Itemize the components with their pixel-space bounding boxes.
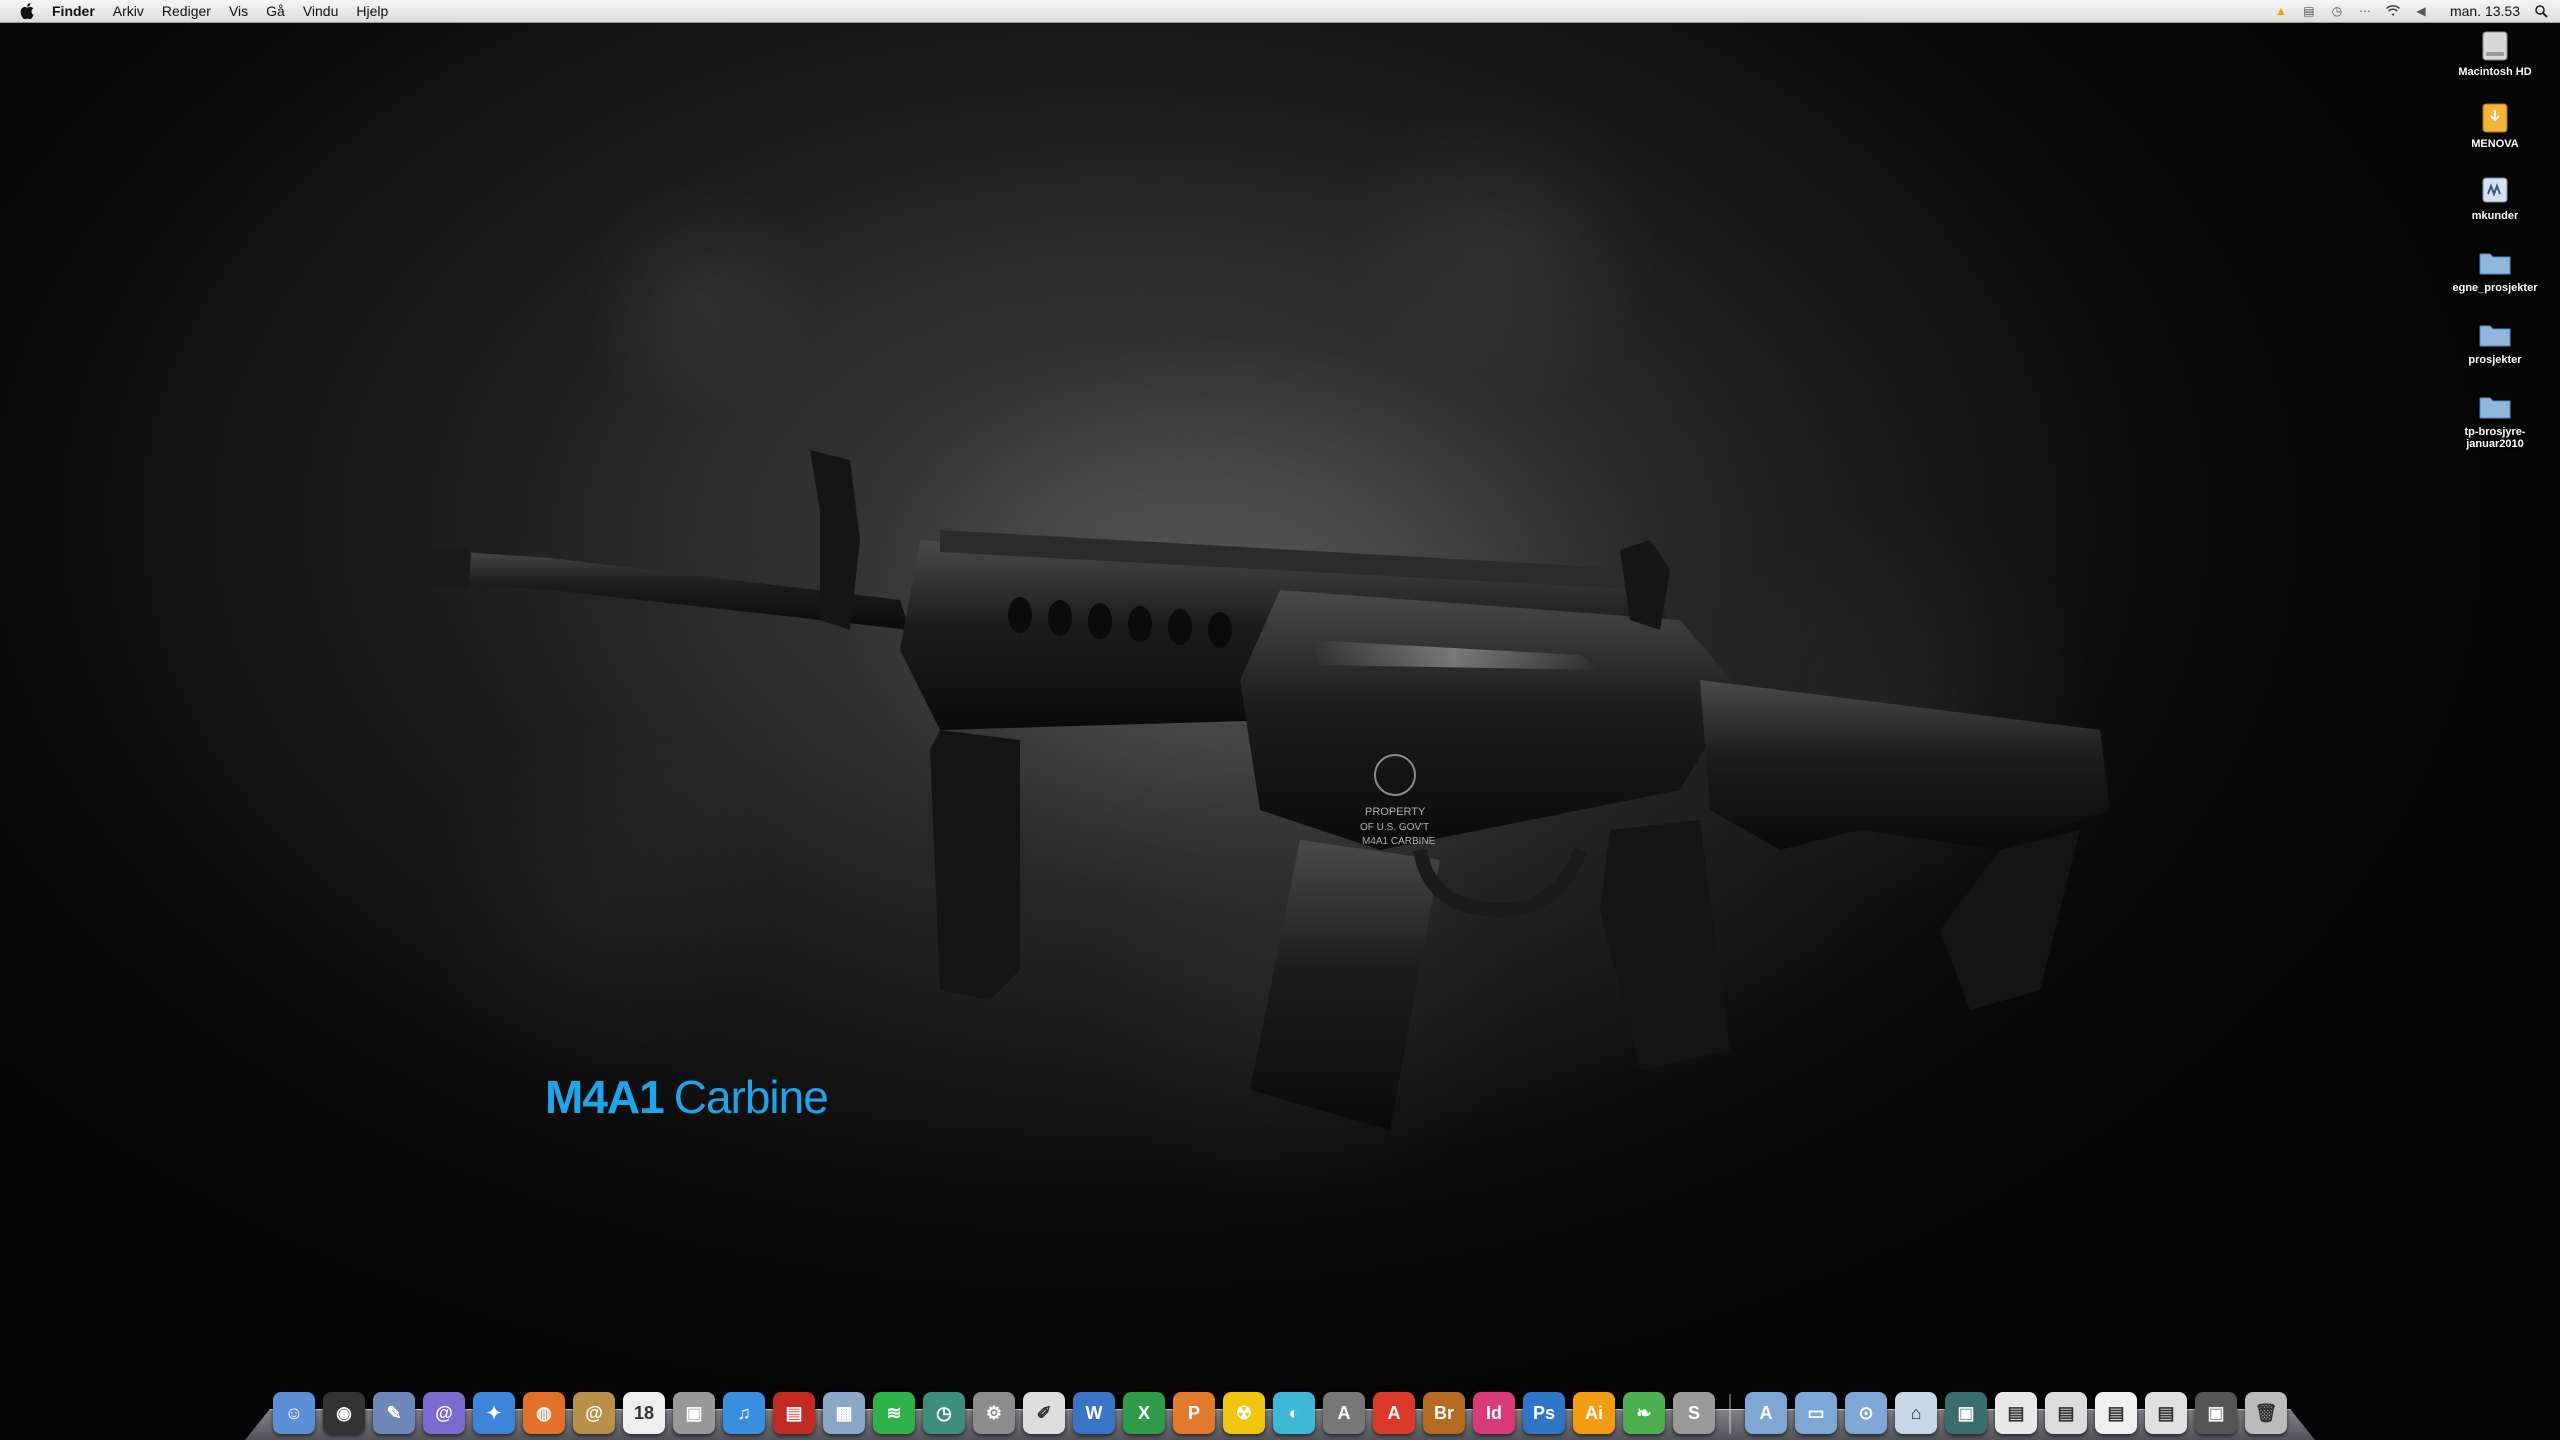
menu-vis[interactable]: Vis — [229, 0, 248, 22]
silverlock-icon[interactable]: S — [1673, 1392, 1715, 1434]
itunes-icon[interactable]: ♫ — [723, 1392, 765, 1434]
menu-bar: Finder Arkiv Rediger Vis Gå Vindu Hjelp … — [0, 0, 2560, 23]
folder-icon — [2477, 388, 2513, 424]
dock-icons: ☺ ◉ ✎ @ ✦ ◍ @18 ▣ ♫ ▤ ▦ ≋ ◷ ⚙ ✐ W X P ☢ ◐ A A Br Id Ps Ai ❧ S A ▭ ⊙ ⌂ ▣ ▤… — [273, 1392, 2287, 1434]
desktop-icon-egne-prosjekter[interactable]: egne_prosjekter — [2440, 244, 2550, 316]
network-stack-icon[interactable]: ⌂ — [1895, 1392, 1937, 1434]
finder-icon[interactable]: ☺ — [273, 1392, 315, 1434]
desktop-icons: Macintosh HD MENOVA mkunder egne_prosjek… — [2440, 28, 2550, 460]
menu-clock[interactable]: man. 13.53 — [2450, 3, 2520, 19]
desktop-icon-macintosh-hd[interactable]: Macintosh HD — [2440, 28, 2550, 100]
iphoto-icon[interactable]: ▦ — [823, 1392, 865, 1434]
engraving-line-3: M4A1 CARBINE — [1362, 836, 1436, 847]
trash-icon[interactable]: 🗑 — [2245, 1392, 2287, 1434]
time-machine-icon[interactable]: ◷ — [923, 1392, 965, 1434]
menu-arkiv[interactable]: Arkiv — [113, 0, 144, 22]
address-book-icon[interactable]: @ — [573, 1392, 615, 1434]
dock: ☺ ◉ ✎ @ ✦ ◍ @18 ▣ ♫ ▤ ▦ ≋ ◷ ⚙ ✐ W X P ☢ ◐ A A Br Id Ps Ai ❧ S A ▭ ⊙ ⌂ ▣ ▤… — [245, 1372, 2315, 1440]
notification-icon[interactable]: ▲ — [2274, 4, 2288, 18]
desktop-icon-label: MENOVA — [2471, 138, 2519, 150]
system-preferences-icon[interactable]: ⚙ — [973, 1392, 1015, 1434]
menu-extra-icon[interactable]: ▤ — [2302, 4, 2316, 18]
applications-stack-icon[interactable]: A — [1745, 1392, 1787, 1434]
dock-separator — [1729, 1394, 1731, 1434]
desktop-icon-label: Macintosh HD — [2458, 66, 2532, 78]
acrobat-icon[interactable]: A — [1323, 1392, 1365, 1434]
folder-icon — [2477, 316, 2513, 352]
hard-drive-icon — [2477, 28, 2513, 64]
desktop-icon-label: mkunder — [2471, 210, 2519, 222]
textedit-icon[interactable]: ✐ — [1023, 1392, 1065, 1434]
wifi-icon[interactable] — [2385, 4, 2400, 18]
engraving-line-2: OF U.S. GOV'T — [1360, 822, 1429, 833]
desktop-icon-prosjekter[interactable]: prosjekter — [2440, 316, 2550, 388]
menu-rediger[interactable]: Rediger — [162, 0, 211, 22]
bridge-icon[interactable]: Br — [1423, 1392, 1465, 1434]
spotlight-search-icon[interactable] — [2534, 4, 2548, 18]
screen-thumb-icon[interactable]: ▣ — [2195, 1392, 2237, 1434]
indesign-icon[interactable]: Id — [1473, 1392, 1515, 1434]
apple-menu-icon[interactable] — [20, 3, 36, 19]
volume-icon[interactable]: ◀ — [2414, 4, 2428, 18]
wallpaper-title: M4A1 Carbine — [545, 1070, 829, 1124]
status-area: ▲ ▤ ◷ ⋯ ◀ man. 13.53 — [2274, 0, 2548, 22]
desktop-icon-tp-brosjyre[interactable]: tp-brosjyre-januar2010 — [2440, 388, 2550, 460]
documents-stack-icon[interactable]: ▭ — [1795, 1392, 1837, 1434]
word-icon[interactable]: W — [1073, 1392, 1115, 1434]
external-drive-icon — [2477, 100, 2513, 136]
leaf-icon[interactable]: ❧ — [1623, 1392, 1665, 1434]
desktop-icon-label: tp-brosjyre-januar2010 — [2464, 426, 2526, 450]
acrobat-reader-icon[interactable]: A — [1373, 1392, 1415, 1434]
excel-icon[interactable]: X — [1123, 1392, 1165, 1434]
desktop-icon-label: egne_prosjekter — [2452, 282, 2538, 294]
bluetooth-icon[interactable]: ⋯ — [2358, 4, 2372, 18]
powerpoint-icon[interactable]: P — [1173, 1392, 1215, 1434]
folder-icon — [2477, 244, 2513, 280]
downloads-stack-icon[interactable]: ⊙ — [1845, 1392, 1887, 1434]
menu-app-finder[interactable]: Finder — [52, 0, 95, 22]
chat-icon[interactable]: ◐ — [1273, 1392, 1315, 1434]
rifle-illustration: PROPERTY OF U.S. GOV'T M4A1 CARBINE — [399, 450, 2110, 1130]
mail-icon[interactable]: @ — [423, 1392, 465, 1434]
ical-icon[interactable]: 18 — [623, 1392, 665, 1434]
menu-vindu[interactable]: Vindu — [303, 0, 339, 22]
menu-ga[interactable]: Gå — [266, 0, 285, 22]
wallpaper-title-light: Carbine — [673, 1071, 829, 1123]
photo-app-icon[interactable]: ▣ — [673, 1392, 715, 1434]
desktop-icon-label: prosjekter — [2468, 354, 2522, 366]
photoshop-icon[interactable]: Ps — [1523, 1392, 1565, 1434]
firefox-icon[interactable]: ◍ — [523, 1392, 565, 1434]
screen-thumb-icon[interactable]: ▣ — [1945, 1392, 1987, 1434]
safari-icon[interactable]: ✦ — [473, 1392, 515, 1434]
preview-icon[interactable]: ✎ — [373, 1392, 415, 1434]
network-drive-icon — [2477, 172, 2513, 208]
doc-thumb-icon[interactable]: ▤ — [2145, 1392, 2187, 1434]
illustrator-icon[interactable]: Ai — [1573, 1392, 1615, 1434]
desktop-icon-mkunder[interactable]: mkunder — [2440, 172, 2550, 244]
menu-hjelp[interactable]: Hjelp — [356, 0, 388, 22]
time-machine-menu-icon[interactable]: ◷ — [2330, 4, 2344, 18]
doc-thumb-icon[interactable]: ▤ — [1995, 1392, 2037, 1434]
wallpaper-title-bold: M4A1 — [545, 1071, 665, 1123]
dashboard-icon[interactable]: ◉ — [323, 1392, 365, 1434]
photo-booth-icon[interactable]: ▤ — [773, 1392, 815, 1434]
doc-thumb-icon[interactable]: ▤ — [2045, 1392, 2087, 1434]
desktop-icon-menova[interactable]: MENOVA — [2440, 100, 2550, 172]
engraving-line-1: PROPERTY — [1365, 806, 1426, 818]
spotify-icon[interactable]: ≋ — [873, 1392, 915, 1434]
doc-thumb-icon[interactable]: ▤ — [2095, 1392, 2137, 1434]
burn-icon[interactable]: ☢ — [1223, 1392, 1265, 1434]
